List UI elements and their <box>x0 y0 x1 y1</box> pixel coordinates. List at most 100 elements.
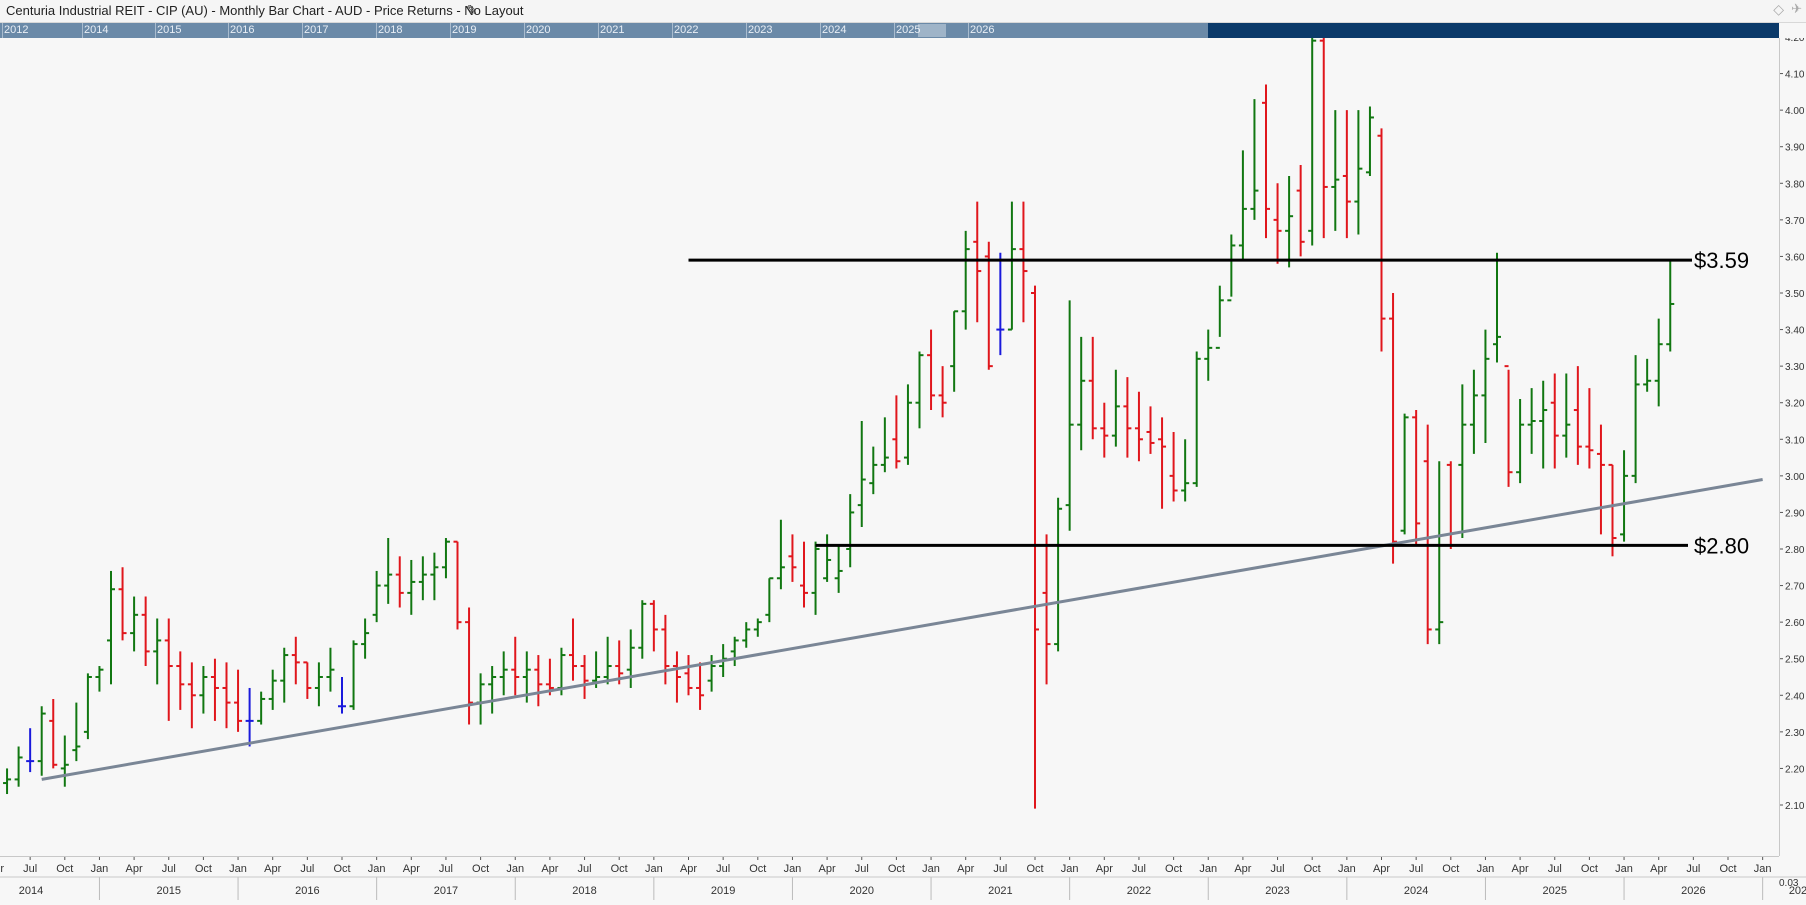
ohlc-bar <box>973 201 982 323</box>
time-axis[interactable]: Apr Jul Oct Jan Apr Jul Oct Jan Apr Jul Oct Jan Apr J… <box>0 856 1806 900</box>
navigator-drag-handle[interactable] <box>918 24 946 37</box>
ohlc-bar <box>1077 336 1086 451</box>
trendline[interactable] <box>41 478 1763 781</box>
price-axis[interactable]: 2.10 2.20 2.30 2.40 2.50 2.60 2.70 2.80 2.90 3.00… <box>1779 33 1806 856</box>
ohlc-bar <box>788 534 797 582</box>
price-tick-label: 2.70 <box>1785 582 1805 593</box>
ohlc-bar <box>1596 424 1605 535</box>
month-label: Apr <box>0 863 4 875</box>
ohlc-bar <box>1169 431 1178 502</box>
month-label: Jul <box>1686 863 1700 875</box>
month-label: Apr <box>1096 863 1113 875</box>
month-label: Oct <box>1581 863 1598 875</box>
month-label: Oct <box>472 863 489 875</box>
ohlc-bar <box>1342 110 1351 239</box>
ohlc-bar <box>441 538 450 579</box>
month-label: Apr <box>1234 863 1251 875</box>
ohlc-bar <box>1134 391 1143 462</box>
ohlc-bar <box>1054 497 1063 652</box>
restore-window-icon[interactable]: ◇ <box>1773 1 1784 18</box>
ohlc-bar <box>1365 106 1374 176</box>
navigator-year-label: 2025 <box>896 24 921 36</box>
ohlc-bar <box>164 618 173 721</box>
ohlc-bar <box>1400 413 1409 535</box>
ohlc-bar <box>834 545 843 593</box>
price-tick-label: 2.90 <box>1785 508 1805 519</box>
price-tick-label: 2.40 <box>1785 691 1805 702</box>
time-axis-labels: Apr Jul Oct Jan Apr Jul Oct Jan Apr Jul Oct Jan Apr J… <box>0 857 1806 900</box>
ohlc-bar <box>1146 406 1155 454</box>
year-label: 2017 <box>434 885 458 897</box>
year-label: 2015 <box>157 885 181 897</box>
month-label: Jul <box>1409 863 1423 875</box>
axis-value-text: 0.03 <box>1779 878 1799 889</box>
ohlc-bar <box>649 600 658 652</box>
navigator-year-label: 2015 <box>157 24 182 36</box>
navigator-year-label: 2022 <box>674 24 699 36</box>
ohlc-bar <box>1493 252 1501 363</box>
price-tick-label: 3.70 <box>1785 216 1805 227</box>
ohlc-bar <box>927 329 936 411</box>
date-navigator[interactable]: 2012 2014 2015 2016 2017 2018 2019 2020 2021 2022… <box>0 23 1779 38</box>
ohlc-bar <box>580 655 589 699</box>
axis-value-readout: 0.03 <box>1779 878 1806 899</box>
month-label: Jan <box>645 863 663 875</box>
month-label: Apr <box>680 863 697 875</box>
ohlc-bar <box>407 559 416 615</box>
month-label: Apr <box>126 863 143 875</box>
price-tick-label: 3.50 <box>1785 289 1805 300</box>
ohlc-bar <box>1412 410 1421 546</box>
navigator-year-tick <box>820 23 821 38</box>
ohlc-bar <box>349 640 358 710</box>
navigator-year-label: 2017 <box>304 24 329 36</box>
month-label: Oct <box>195 863 212 875</box>
ohlc-bar <box>603 636 612 685</box>
pin-icon[interactable]: ✈ <box>1791 1 1802 17</box>
ohlc-bar <box>1643 358 1652 392</box>
month-label: Jul <box>1271 863 1285 875</box>
ohlc-bar <box>95 666 104 692</box>
month-label: Apr <box>1650 863 1667 875</box>
ohlc-bar <box>776 519 785 590</box>
price-tick-label: 2.80 <box>1785 545 1805 556</box>
ohlc-bar <box>811 541 820 615</box>
ohlc-bar <box>846 494 855 568</box>
ohlc-bar <box>372 570 381 623</box>
ohlc-bar <box>187 662 196 729</box>
month-label: Jul <box>23 863 37 875</box>
ohlc-bar <box>488 666 497 714</box>
month-label: Oct <box>1442 863 1459 875</box>
ohlc-bar <box>245 687 254 747</box>
ohlc-bar <box>938 366 947 418</box>
month-label: Jan <box>229 863 247 875</box>
ohlc-bar <box>118 567 127 641</box>
month-label: Jan <box>1477 863 1495 875</box>
navigator-year-label: 2018 <box>378 24 403 36</box>
ohlc-bar <box>915 351 924 429</box>
ohlc-chart: $3.59 $2.80 <box>3 37 1763 809</box>
level-label: $3.59 <box>1694 248 1749 273</box>
ohlc-bar <box>1504 365 1513 487</box>
ohlc-bar <box>869 446 878 495</box>
ohlc-bar <box>3 768 12 795</box>
ohlc-bar <box>1065 300 1074 531</box>
ohlc-bar <box>1019 201 1028 323</box>
year-label: 2021 <box>988 885 1012 897</box>
ohlc-bar <box>1469 369 1478 454</box>
price-axis-labels: 2.10 2.20 2.30 2.40 2.50 2.60 2.70 2.80 2.90 3.00… <box>1780 33 1805 812</box>
ohlc-bar <box>638 600 647 659</box>
month-label: Oct <box>1026 863 1043 875</box>
ohlc-bar <box>1620 450 1629 542</box>
month-label: Jul <box>855 863 869 875</box>
price-plot-area[interactable]: $3.59 $2.80 <box>0 37 1779 856</box>
navigator-year-tick <box>155 23 156 38</box>
navigator-year-tick <box>598 23 599 38</box>
price-tick-label: 2.10 <box>1785 801 1805 812</box>
ohlc-bar <box>684 655 693 696</box>
ohlc-bar <box>1181 439 1190 502</box>
pencil-icon[interactable]: ✎ <box>466 2 478 19</box>
ohlc-bar <box>1215 285 1224 349</box>
ohlc-bar <box>199 666 208 714</box>
chart-title: Centuria Industrial REIT - CIP (AU) - Mo… <box>6 3 524 18</box>
ohlc-bar <box>130 596 139 652</box>
